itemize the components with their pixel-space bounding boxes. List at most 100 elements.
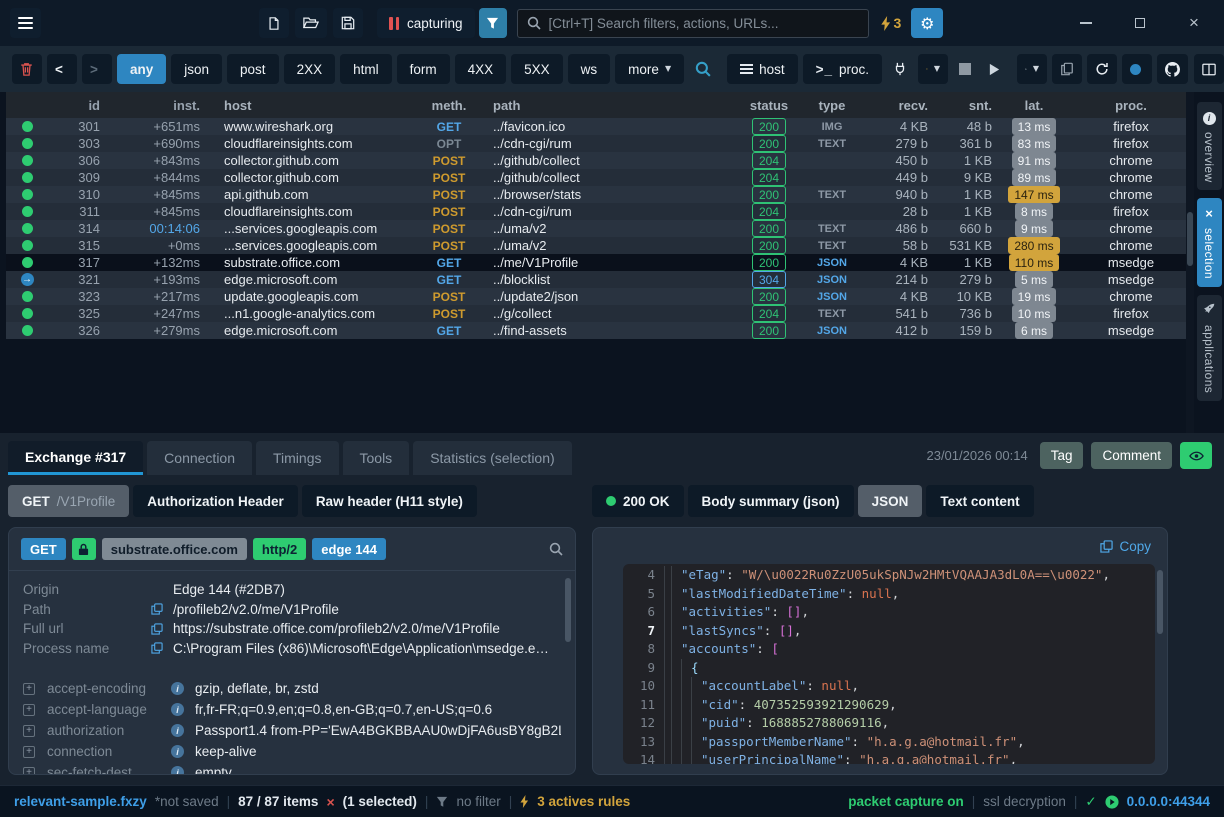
add-filter-icon[interactable]: +	[23, 767, 35, 776]
panel-tab-statistics-selection-[interactable]: Statistics (selection)	[413, 441, 571, 475]
json-viewer[interactable]: 4"eTag": "W/\u0022Ru0ZzU05ukSpNJw2HMtVQA…	[623, 564, 1155, 764]
tab-authorization-header[interactable]: Authorization Header	[133, 485, 298, 517]
copy-icon[interactable]	[151, 603, 163, 615]
panel-tab-timings[interactable]: Timings	[256, 441, 339, 475]
column-header-type[interactable]: type	[806, 98, 858, 113]
clear-selection-icon[interactable]: ×	[326, 794, 334, 810]
info-icon[interactable]: i	[171, 703, 184, 716]
request-row-315[interactable]: 315 +0ms ...services.googleapis.com POST…	[6, 237, 1186, 254]
settings-button[interactable]: ⚙	[911, 8, 943, 38]
filter-chip-json[interactable]: json	[171, 54, 222, 84]
info-icon[interactable]: i	[171, 724, 184, 737]
duplicate-button[interactable]	[1052, 54, 1082, 84]
tag-button[interactable]: Tag	[1040, 442, 1084, 469]
open-file-button[interactable]	[295, 8, 327, 38]
group-by-host-button[interactable]: host	[727, 54, 798, 84]
toolbar-search-button[interactable]	[689, 54, 717, 84]
filter-chip-form[interactable]: form	[397, 54, 450, 84]
record-button[interactable]	[1122, 54, 1152, 84]
copy-json-button[interactable]: Copy	[1100, 539, 1151, 554]
filter-status[interactable]: no filter	[456, 794, 500, 809]
nav-forward-button[interactable]: >	[82, 54, 112, 84]
group-by-process-button[interactable]: >_ proc.	[803, 54, 882, 84]
request-row-321[interactable]: → 321 +193ms edge.microsoft.com GET ../b…	[6, 271, 1186, 288]
export-button[interactable]: ▼	[1017, 54, 1047, 84]
capture-filter-button[interactable]	[479, 8, 507, 38]
card-scrollbar-thumb[interactable]	[565, 578, 571, 642]
search-in-request-button[interactable]	[549, 542, 563, 556]
column-header-proc.[interactable]: proc.	[1076, 98, 1186, 113]
tab-response-status[interactable]: 200 OK	[592, 485, 684, 517]
column-header-lat.[interactable]: lat.	[992, 98, 1076, 113]
active-rules-indicator[interactable]: 3	[881, 15, 902, 31]
request-row-317[interactable]: 317 +132ms substrate.office.com GET ../m…	[6, 254, 1186, 271]
capturing-toggle-button[interactable]: capturing	[377, 8, 475, 38]
info-icon[interactable]: i	[171, 766, 184, 775]
nav-back-button[interactable]: <	[47, 54, 77, 84]
ssl-status[interactable]: ssl decryption	[983, 794, 1066, 809]
filter-chip-post[interactable]: post	[227, 54, 279, 84]
github-button[interactable]	[1157, 54, 1188, 84]
request-row-301[interactable]: 301 +651ms www.wireshark.org GET ../favi…	[6, 118, 1186, 135]
filter-chip-4XX[interactable]: 4XX	[455, 54, 507, 84]
info-icon[interactable]: i	[171, 745, 184, 758]
request-row-323[interactable]: 323 +217ms update.googleapis.com POST ..…	[6, 288, 1186, 305]
request-row-314[interactable]: 314 00:14:06 ...services.googleapis.com …	[6, 220, 1186, 237]
connect-button[interactable]	[887, 54, 913, 84]
copy-icon[interactable]	[151, 623, 163, 635]
column-header-inst.[interactable]: inst.	[100, 98, 200, 113]
request-row-310[interactable]: 310 +845ms api.github.com POST ../browse…	[6, 186, 1186, 203]
card-scrollbar-thumb[interactable]	[1157, 570, 1163, 634]
tab-text-content[interactable]: Text content	[926, 485, 1033, 517]
panel-tab-connection[interactable]: Connection	[147, 441, 252, 475]
info-icon[interactable]: i	[171, 682, 184, 695]
minimize-button[interactable]	[1074, 11, 1098, 35]
request-row-303[interactable]: 303 +690ms cloudflareinsights.com OPT ..…	[6, 135, 1186, 152]
filter-chip-ws[interactable]: ws	[568, 54, 611, 84]
new-file-button[interactable]	[259, 8, 289, 38]
tab-raw-header[interactable]: Raw header (H11 style)	[302, 485, 477, 517]
column-header-snt.[interactable]: snt.	[928, 98, 992, 113]
search-input[interactable]	[549, 16, 859, 31]
column-header-recv.[interactable]: recv.	[858, 98, 928, 113]
debug-button[interactable]: ▼	[918, 54, 948, 84]
add-filter-icon[interactable]: +	[23, 725, 35, 737]
refresh-button[interactable]	[1087, 54, 1117, 84]
tab-body-summary[interactable]: Body summary (json)	[688, 485, 854, 517]
copy-icon[interactable]	[151, 642, 163, 654]
filter-chip-any[interactable]: any	[117, 54, 166, 84]
layout-toggle-button[interactable]	[1194, 54, 1224, 84]
filter-chip-html[interactable]: html	[340, 54, 392, 84]
panel-tab-exchange-317[interactable]: Exchange #317	[8, 441, 143, 475]
stop-button[interactable]	[953, 54, 977, 84]
request-row-311[interactable]: 311 +845ms cloudflareinsights.com POST .…	[6, 203, 1186, 220]
session-filename[interactable]: relevant-sample.fxzy	[14, 794, 147, 809]
column-header-host[interactable]: host	[200, 98, 415, 113]
filter-more-button[interactable]: more ▼	[615, 54, 684, 84]
column-header-meth.[interactable]: meth.	[415, 98, 483, 113]
play-button[interactable]	[982, 54, 1007, 84]
rail-tab-selection[interactable]: × selection	[1197, 198, 1222, 287]
proxy-endpoint[interactable]: 0.0.0.0:44344	[1127, 794, 1210, 809]
maximize-button[interactable]	[1128, 11, 1152, 35]
active-rules-status[interactable]: 3 actives rules	[537, 794, 630, 809]
column-header-path[interactable]: path	[483, 98, 732, 113]
comment-button[interactable]: Comment	[1091, 442, 1172, 469]
panel-tab-tools[interactable]: Tools	[343, 441, 410, 475]
save-button[interactable]	[333, 8, 363, 38]
rail-tab-applications[interactable]: applications	[1197, 295, 1222, 401]
column-header-id[interactable]: id	[48, 98, 100, 113]
scrollbar-thumb[interactable]	[1187, 212, 1193, 266]
table-scrollbar[interactable]	[1186, 92, 1194, 433]
filter-chip-2XX[interactable]: 2XX	[284, 54, 336, 84]
add-filter-icon[interactable]: +	[23, 683, 35, 695]
close-button[interactable]: ×	[1182, 11, 1206, 35]
request-row-306[interactable]: 306 +843ms collector.github.com POST ../…	[6, 152, 1186, 169]
add-filter-icon[interactable]: +	[23, 746, 35, 758]
request-row-325[interactable]: 325 +247ms ...n1.google-analytics.com PO…	[6, 305, 1186, 322]
column-header-status[interactable]: status	[732, 98, 806, 113]
tab-json[interactable]: JSON	[858, 485, 923, 517]
visibility-button[interactable]	[1180, 442, 1212, 469]
filter-chip-5XX[interactable]: 5XX	[511, 54, 563, 84]
clear-session-button[interactable]	[12, 54, 42, 84]
